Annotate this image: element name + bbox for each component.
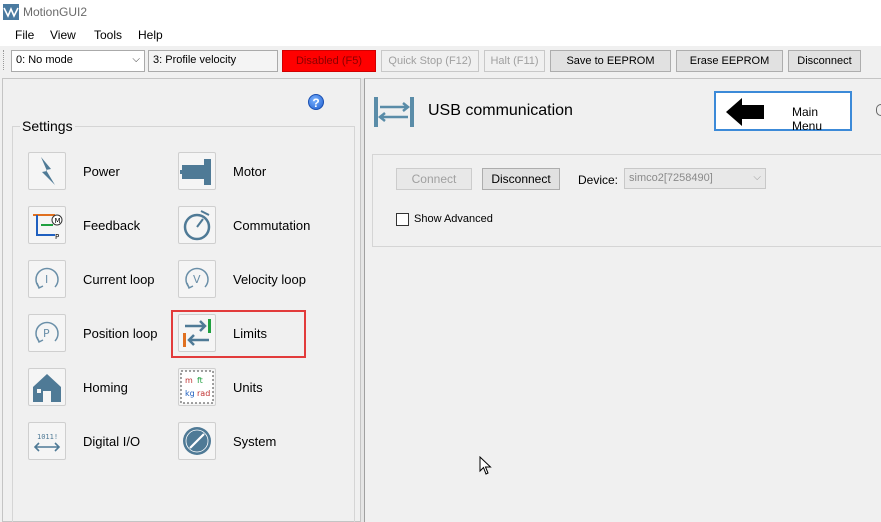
- menu-view[interactable]: View: [50, 28, 76, 42]
- setting-label: Digital I/O: [83, 434, 141, 449]
- setting-label: Current loop: [83, 272, 155, 287]
- halt-button[interactable]: Halt (F11): [484, 50, 545, 72]
- feedback-icon: M P: [28, 206, 66, 244]
- main-menu-label: Main Menu: [792, 105, 823, 133]
- quick-stop-button[interactable]: Quick Stop (F12): [381, 50, 479, 72]
- title-bar: [0, 0, 881, 24]
- setting-label: Homing: [83, 380, 128, 395]
- setting-label: Motor: [233, 164, 267, 179]
- svg-text:P: P: [55, 233, 59, 241]
- chevron-down-icon: ⌵: [132, 54, 140, 65]
- show-advanced-label: Show Advanced: [414, 213, 493, 225]
- menu-bar: File View Tools Help: [0, 24, 881, 46]
- velocity-loop-icon: V: [178, 260, 216, 298]
- setting-label: Units: [233, 380, 263, 395]
- menu-file[interactable]: File: [15, 28, 34, 42]
- setting-label: Velocity loop: [233, 272, 306, 287]
- svg-text:1011!: 1011!: [37, 433, 58, 441]
- chevron-down-icon: ⌵: [753, 172, 761, 183]
- motor-icon: [178, 152, 216, 190]
- power-icon: [28, 152, 66, 190]
- svg-text:kg: kg: [185, 389, 195, 398]
- usb-title: USB communication: [428, 102, 573, 119]
- help-icon[interactable]: ?: [308, 94, 324, 110]
- device-select[interactable]: simco2[7258490] ⌵: [624, 168, 766, 189]
- erase-eeprom-button[interactable]: Erase EEPROM: [676, 50, 783, 72]
- setting-digital-io[interactable]: 1011! Digital I/O: [28, 420, 178, 464]
- svg-text:P: P: [43, 327, 50, 340]
- toolbar-grip[interactable]: [3, 50, 6, 70]
- digital-io-icon: 1011!: [28, 422, 66, 460]
- svg-text:M: M: [55, 217, 61, 225]
- svg-text:m: m: [185, 376, 193, 385]
- svg-text:V: V: [193, 273, 201, 286]
- app-logo-icon: [3, 4, 19, 20]
- units-icon: m ft kg rad: [178, 368, 216, 406]
- operation-mode-field: 3: Profile velocity: [148, 50, 278, 72]
- setting-power[interactable]: Power: [28, 150, 178, 194]
- connect-button[interactable]: Connect: [396, 168, 472, 190]
- setting-motor[interactable]: Motor: [178, 150, 328, 194]
- arrow-left-icon: [726, 98, 764, 126]
- setting-label: Position loop: [83, 326, 158, 341]
- homing-icon: [28, 368, 66, 406]
- show-advanced-checkbox[interactable]: [396, 213, 409, 226]
- setting-system[interactable]: System: [178, 420, 328, 464]
- setting-label: Feedback: [83, 218, 141, 233]
- setting-velocity-loop[interactable]: V Velocity loop: [178, 258, 328, 302]
- mode-select-value: 0: No mode: [16, 54, 73, 66]
- setting-units[interactable]: m ft kg rad Units: [178, 366, 328, 410]
- commutation-icon: [178, 206, 216, 244]
- disabled-button[interactable]: Disabled (F5): [282, 50, 376, 72]
- setting-label: Power: [83, 164, 120, 179]
- main-menu-button[interactable]: Main Menu: [714, 91, 852, 133]
- device-label: Device:: [578, 173, 619, 187]
- svg-text:rad: rad: [197, 389, 210, 398]
- window-title: MotionGUI2: [23, 5, 88, 19]
- settings-title: Settings: [20, 118, 75, 134]
- svg-text:I: I: [45, 273, 48, 286]
- setting-current-loop[interactable]: I Current loop: [28, 258, 178, 302]
- current-loop-icon: I: [28, 260, 66, 298]
- limits-highlight: [171, 310, 306, 358]
- position-loop-icon: P: [28, 314, 66, 352]
- operation-mode-value: 3: Profile velocity: [153, 54, 237, 66]
- usb-panel: [364, 78, 881, 522]
- setting-label: System: [233, 434, 277, 449]
- mouse-cursor-icon: [479, 456, 492, 475]
- system-icon: [178, 422, 216, 460]
- setting-commutation[interactable]: Commutation: [178, 204, 328, 248]
- svg-text:ft: ft: [197, 376, 203, 385]
- usb-connection-icon: [374, 97, 414, 127]
- mode-select[interactable]: 0: No mode ⌵: [11, 50, 145, 72]
- menu-tools[interactable]: Tools: [94, 28, 122, 42]
- setting-label: Commutation: [233, 218, 311, 233]
- setting-homing[interactable]: Homing: [28, 366, 178, 410]
- device-select-value: simco2[7258490]: [629, 172, 713, 184]
- partial-edge-icon: [876, 104, 881, 116]
- save-eeprom-button[interactable]: Save to EEPROM: [550, 50, 671, 72]
- disconnect-button[interactable]: Disconnect: [482, 168, 560, 190]
- setting-position-loop[interactable]: P Position loop: [28, 312, 178, 356]
- setting-feedback[interactable]: M P Feedback: [28, 204, 178, 248]
- menu-help[interactable]: Help: [138, 28, 163, 42]
- toolbar-disconnect-button[interactable]: Disconnect: [788, 50, 861, 72]
